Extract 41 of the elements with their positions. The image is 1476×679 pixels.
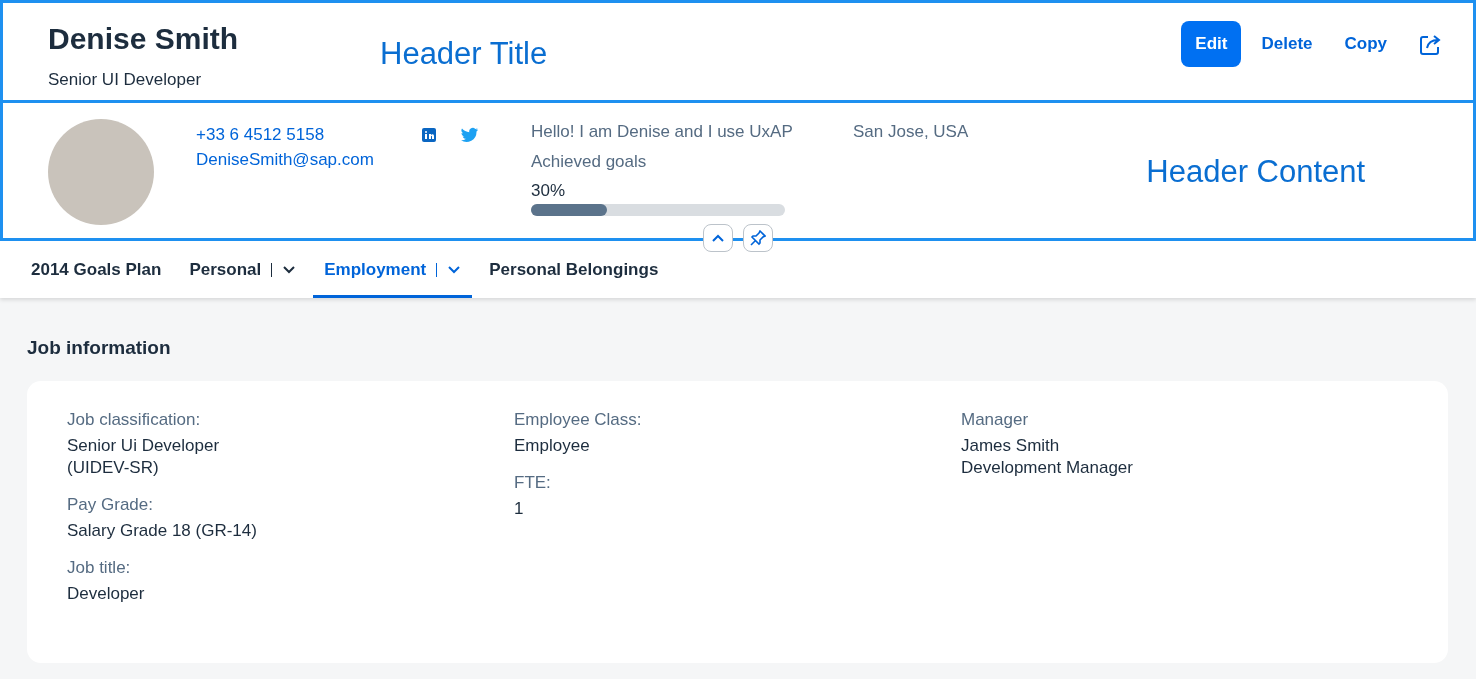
field-label: Job classification: [67,408,202,431]
field-value: (UIDEV-SR) [67,456,160,479]
field-value: James Smith [961,434,1061,457]
progress-label: Achieved goals [531,150,648,173]
field-label: FTE: [514,471,552,494]
share-icon [1419,33,1441,56]
tab[interactable]: Employment [313,241,473,298]
intro-text: Hello! I am Denise and I use UxAP [531,121,794,143]
chevron-down-icon [447,265,462,275]
chevron-up-icon [711,233,725,243]
field-value: 1 [514,497,525,520]
annotation-label: Header Content [1146,153,1366,191]
annotation-label: Header Title [380,35,548,73]
progress-reading: 30% [531,180,567,202]
field-value: Development Manager [961,456,1134,479]
field-value: Senior Ui Developer [67,434,221,457]
action-button[interactable]: Copy [1332,21,1399,67]
field-value: Salary Grade 18 (GR-14) [67,519,258,542]
collapse-header-button[interactable] [703,224,733,252]
action-button[interactable]: Edit [1181,21,1242,67]
chevron-down-icon [282,265,297,275]
field-value: Developer [67,583,146,606]
section-title: Job information [27,336,172,360]
pin-icon [750,230,766,246]
twitter-icon[interactable] [461,127,479,143]
job-title: Senior UI Developer [48,69,203,91]
field-value: Employee [514,434,591,457]
field-label: Pay Grade: [67,493,154,516]
email-link[interactable]: DeniseSmith@sap.com [196,147,421,173]
field-label: Employee Class: [514,408,643,431]
tab[interactable]: Personal Belongings [478,241,670,298]
person-name: Denise Smith [48,21,240,57]
tab[interactable]: Personal [178,241,308,298]
location-text: San Jose, USA [853,121,969,143]
phone-link[interactable]: +33 6 4512 5158 [196,123,421,148]
pin-header-button[interactable] [743,224,773,252]
linkedin-icon[interactable] [421,127,437,143]
tab[interactable]: 2014 Goals Plan [20,241,173,298]
action-button[interactable]: Delete [1249,21,1325,67]
field-label: Job title: [67,556,132,579]
field-label: Manager [961,408,1030,431]
